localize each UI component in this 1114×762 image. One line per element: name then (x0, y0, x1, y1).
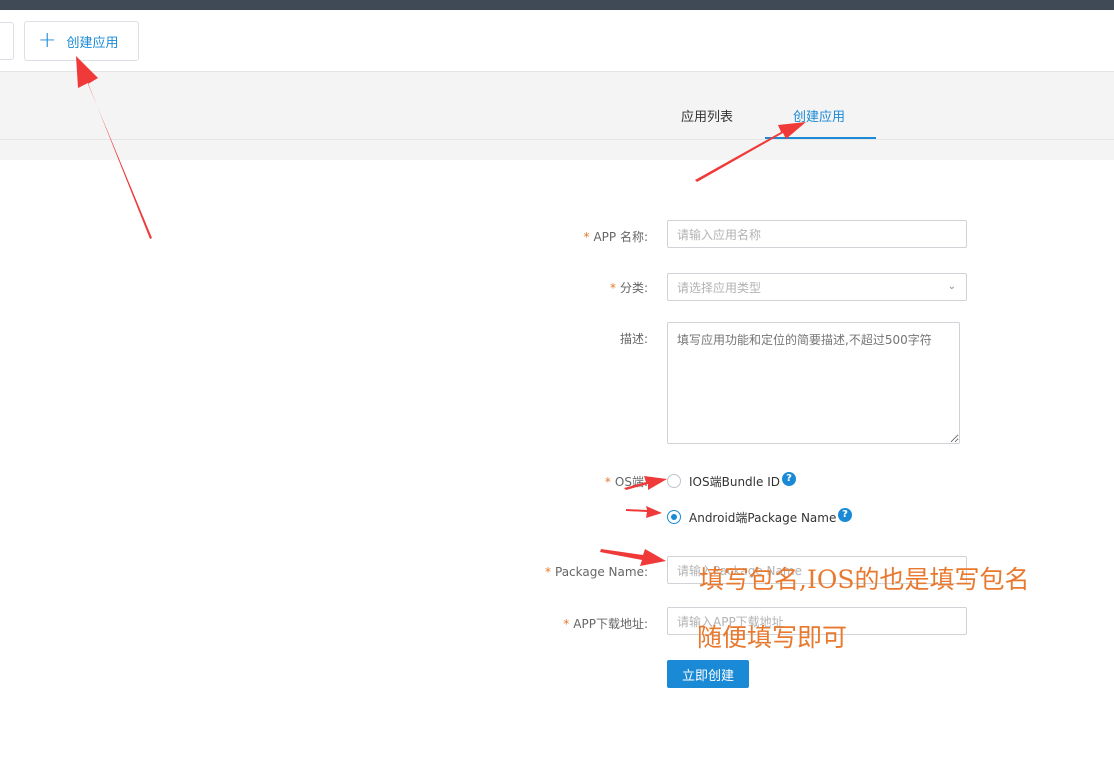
tab-divider (0, 139, 1114, 140)
required-mark: * (604, 475, 611, 489)
help-icon[interactable]: ? (782, 472, 796, 486)
arrow-to-android-radio (626, 506, 662, 518)
description-textarea[interactable] (667, 322, 960, 444)
create-app-button[interactable]: + 创建应用 (24, 21, 139, 61)
required-mark: * (545, 565, 551, 579)
chevron-down-icon: ⌄ (947, 281, 956, 292)
required-mark: * (563, 617, 570, 631)
download-url-label: * APP下载地址: (563, 617, 648, 631)
description-label: 描述: (619, 332, 648, 346)
category-select[interactable]: 请选择应用类型 ⌄ (667, 273, 967, 301)
active-tab-indicator (765, 137, 876, 139)
top-bar (0, 0, 1114, 10)
arrow-to-package-input (600, 549, 666, 566)
app-name-label: * APP 名称: (583, 230, 648, 244)
required-mark: * (609, 281, 616, 295)
toolbar-previous-button[interactable] (0, 22, 14, 60)
create-app-button-label: 创建应用 (66, 35, 119, 51)
required-mark: * (583, 230, 590, 244)
os-radio-ios[interactable] (667, 474, 681, 488)
os-radio-android[interactable] (667, 510, 681, 524)
os-label: * OS端: (604, 475, 648, 489)
url-hint-annotation: 随便填写即可 (697, 623, 848, 652)
category-label: * 分类: (609, 281, 648, 295)
tab-app-list[interactable]: 应用列表 (681, 106, 733, 125)
tab-create-app[interactable]: 创建应用 (793, 106, 845, 125)
app-name-input[interactable]: 请输入应用名称 (667, 220, 967, 248)
tab-strip (0, 72, 1114, 160)
package-hint-annotation: 填写包名,IOS的也是填写包名 (699, 565, 1030, 594)
package-name-label: * Package Name: (545, 565, 648, 579)
os-option-android-label[interactable]: Android端Package Name (689, 509, 836, 526)
toolbar: + 创建应用 (0, 10, 1114, 72)
submit-button[interactable]: 立即创建 (667, 660, 749, 688)
help-icon[interactable]: ? (838, 508, 852, 522)
os-option-ios-label[interactable]: IOS端Bundle ID (689, 473, 780, 490)
plus-icon: + (38, 28, 57, 53)
